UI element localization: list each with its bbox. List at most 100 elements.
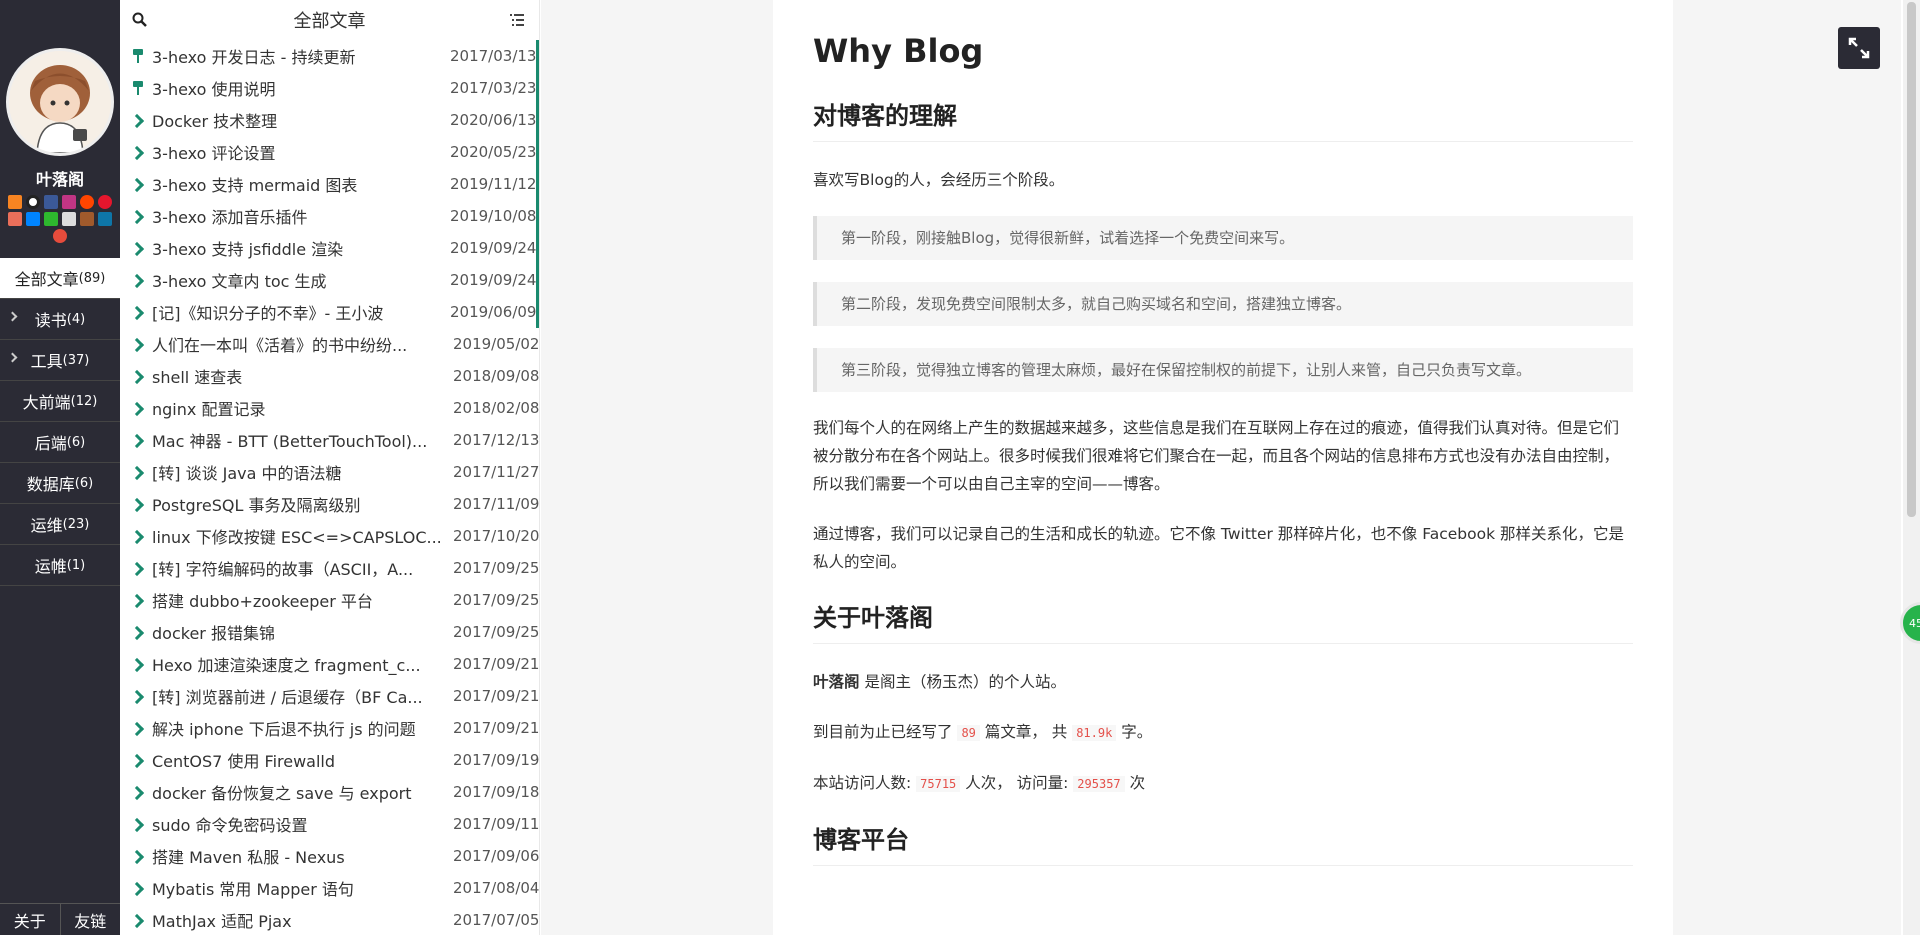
post-item[interactable]: 解决 iphone 下后退不执行 js 的问题 2017/09/21 xyxy=(120,712,539,744)
category-backend[interactable]: 后端 (6) xyxy=(0,422,120,463)
chevron-right-icon xyxy=(132,561,144,575)
mail-icon[interactable] xyxy=(62,212,76,226)
text: 字。 xyxy=(1116,723,1153,741)
category-count: (4) xyxy=(66,311,86,327)
post-date: 2017/03/13 xyxy=(450,47,537,65)
post-item[interactable]: 3-hexo 文章内 toc 生成 2019/09/24 xyxy=(120,264,539,296)
post-item[interactable]: CentOS7 使用 Firewalld 2017/09/19 xyxy=(120,744,539,776)
post-item[interactable]: nginx 配置记录 2018/02/08 xyxy=(120,392,539,424)
post-item[interactable]: [转] 谈谈 Java 中的语法糖 2017/11/27 xyxy=(120,456,539,488)
chevron-right-icon xyxy=(132,849,144,863)
list-toggle-icon[interactable] xyxy=(509,12,525,33)
friend-links[interactable]: 友链 xyxy=(59,904,121,935)
category-count: (1) xyxy=(66,557,86,573)
github-icon[interactable] xyxy=(26,195,40,209)
post-item[interactable]: Hexo 加速渲染速度之 fragment_c... 2017/09/21 xyxy=(120,648,539,680)
post-item[interactable]: [转] 字符编解码的故事（ASCII，A... 2017/09/25 xyxy=(120,552,539,584)
facebook-icon[interactable] xyxy=(44,195,58,209)
post-date: 2017/03/23 xyxy=(450,79,537,97)
blockquote: 第三阶段，觉得独立博客的管理太麻烦，最好在保留控制权的前提下，让别人来管，自己只… xyxy=(813,348,1633,392)
chevron-right-icon xyxy=(132,657,144,671)
post-item[interactable]: 3-hexo 支持 jsfiddle 渲染 2019/09/24 xyxy=(120,232,539,264)
category-tools[interactable]: 工具 (37) xyxy=(0,340,120,381)
post-item[interactable]: 3-hexo 支持 mermaid 图表 2019/11/12 xyxy=(120,168,539,200)
post-date: 2019/11/12 xyxy=(450,175,537,193)
post-item[interactable]: sudo 命令免密码设置 2017/09/11 xyxy=(120,808,539,840)
paragraph: 通过博客，我们可以记录自己的生活和成长的轨迹。它不像 Twitter 那样碎片化… xyxy=(813,525,1624,571)
avatar[interactable] xyxy=(6,48,114,156)
post-item[interactable]: MathJax 适配 Pjax 2017/07/05 xyxy=(120,904,539,935)
expand-icon xyxy=(1848,37,1870,59)
zhihu-icon[interactable] xyxy=(26,212,40,226)
post-title: Mybatis 常用 Mapper 语句 xyxy=(152,880,354,899)
fullscreen-button[interactable] xyxy=(1838,27,1880,69)
post-item[interactable]: 搭建 Maven 私服 - Nexus 2017/09/06 xyxy=(120,840,539,872)
chevron-right-icon xyxy=(132,337,144,351)
post-item[interactable]: 人们在一本叫《活着》的书中纷纷... 2019/05/02 xyxy=(120,328,539,360)
section-heading: 博客平台 xyxy=(813,820,1633,866)
post-item[interactable]: Docker 技术整理 2020/06/13 xyxy=(120,104,539,136)
post-date: 2017/10/20 xyxy=(453,527,540,545)
post-date: 2020/05/23 xyxy=(450,143,537,161)
post-date: 2020/06/13 xyxy=(450,111,537,129)
category-label: 运帷 xyxy=(34,557,67,576)
linkedin-icon[interactable] xyxy=(98,212,112,226)
category-reading[interactable]: 读书 (4) xyxy=(0,299,120,340)
rss-icon[interactable] xyxy=(8,195,22,209)
weibo-icon[interactable] xyxy=(98,195,112,209)
instagram-icon[interactable] xyxy=(62,195,76,209)
category-database[interactable]: 数据库 (6) xyxy=(0,463,120,504)
chevron-right-icon xyxy=(132,529,144,543)
post-title: 搭建 Maven 私服 - Nexus xyxy=(152,848,345,867)
post-item[interactable]: PostgreSQL 事务及隔离级别 2017/11/09 xyxy=(120,488,539,520)
scrollbar[interactable] xyxy=(1903,0,1920,935)
reddit-icon[interactable] xyxy=(80,195,94,209)
post-item[interactable]: [转] 浏览器前进 / 后退缓存（BF Ca... 2017/09/21 xyxy=(120,680,539,712)
post-item[interactable]: docker 备份恢复之 save 与 export 2017/09/18 xyxy=(120,776,539,808)
post-item[interactable]: [记]《知识分子的不幸》- 王小波 2019/06/09 xyxy=(120,296,539,328)
category-ops-2[interactable]: 运帷 (1) xyxy=(0,545,120,586)
category-frontend[interactable]: 大前端 (12) xyxy=(0,381,120,422)
post-title: 3-hexo 评论设置 xyxy=(152,144,276,163)
chevron-right-icon xyxy=(132,721,144,735)
post-date: 2017/09/19 xyxy=(453,751,540,769)
paragraph: 喜欢写Blog的人，会经历三个阶段。 xyxy=(813,171,1065,189)
post-title: CentOS7 使用 Firewalld xyxy=(152,752,336,771)
article-title: Why Blog xyxy=(813,32,984,70)
post-list-header: 全部文章 xyxy=(120,0,539,40)
post-title: nginx 配置记录 xyxy=(152,400,266,419)
post-item[interactable]: 3-hexo 使用说明 2017/03/23 xyxy=(120,72,539,104)
text: 到目前为止已经写了 xyxy=(813,723,958,741)
post-item[interactable]: linux 下修改按键 ESC<=>CAPSLOC... 2017/10/20 xyxy=(120,520,539,552)
scroll-thumb[interactable] xyxy=(1907,2,1916,517)
post-date: 2017/09/21 xyxy=(453,687,540,705)
post-item[interactable]: shell 速查表 2018/09/08 xyxy=(120,360,539,392)
post-item[interactable]: docker 报错集锦 2017/09/25 xyxy=(120,616,539,648)
search-icon[interactable] xyxy=(132,12,148,33)
category-label: 工具 xyxy=(30,352,63,371)
chevron-right-icon xyxy=(132,881,144,895)
chevron-right-icon xyxy=(132,913,144,927)
word-count: 81.9k xyxy=(1072,725,1117,741)
post-item[interactable]: 搭建 dubbo+zookeeper 平台 2017/09/25 xyxy=(120,584,539,616)
post-item[interactable]: 3-hexo 添加音乐插件 2019/10/08 xyxy=(120,200,539,232)
about-link[interactable]: 关于 xyxy=(0,904,60,935)
juejin-icon[interactable] xyxy=(80,212,94,226)
segmentfault-icon[interactable] xyxy=(53,229,67,243)
blockquote: 第二阶段，发现免费空间限制太多，就自己购买域名和空间，搭建独立博客。 xyxy=(813,282,1633,326)
view-count: 295357 xyxy=(1073,776,1125,792)
post-item[interactable]: Mybatis 常用 Mapper 语句 2017/08/04 xyxy=(120,872,539,904)
category-ops[interactable]: 运维 (23) xyxy=(0,504,120,545)
post-date: 2017/09/25 xyxy=(453,591,540,609)
post-item[interactable]: 3-hexo 开发日志 - 持续更新 2017/03/13 xyxy=(120,40,539,72)
post-item[interactable]: Mac 神器 - BTT (BetterTouchTool)... 2017/12… xyxy=(120,424,539,456)
category-all[interactable]: 全部文章 (89) xyxy=(0,258,120,299)
csdn-icon[interactable] xyxy=(44,212,58,226)
category-count: (37) xyxy=(62,352,90,368)
post-date: 2019/06/09 xyxy=(450,303,537,321)
jianshu-icon[interactable] xyxy=(8,212,22,226)
post-title: PostgreSQL 事务及隔离级别 xyxy=(152,496,361,515)
category-label: 读书 xyxy=(34,311,67,330)
chevron-right-icon xyxy=(132,465,144,479)
post-item[interactable]: 3-hexo 评论设置 2020/05/23 xyxy=(120,136,539,168)
